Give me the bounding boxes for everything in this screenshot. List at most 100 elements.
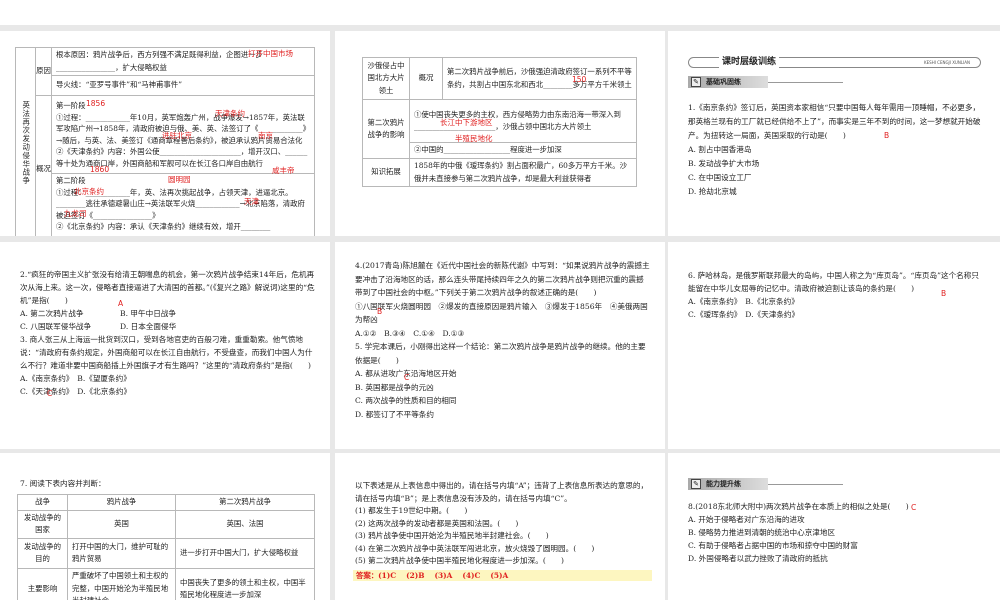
- option[interactable]: C.《瑷珲条约》 D.《天津条约》: [688, 308, 986, 321]
- instructions: 以下表述是从上表信息中得出的，请在括号内填“A”；违背了上表信息所表达的意思的，…: [355, 481, 649, 503]
- option[interactable]: A. 开始于侵略者对广东沿海的进攻: [688, 513, 986, 526]
- answer-annotation: 圆明园: [168, 175, 191, 184]
- question-text: 8.(2018东北师大附中)两次鸦片战争在本质上的相似之处是( ): [688, 502, 909, 511]
- table-header: 战争: [17, 494, 68, 511]
- overview-label: 概况: [35, 95, 52, 236]
- slide-6[interactable]: 6. 萨哈林岛，是俄罗斯联邦最大的岛屿，中国人称之为“库页岛”。“库页岛”这个名…: [668, 242, 1000, 449]
- divider: [768, 82, 843, 83]
- question-7: 7. 阅读下表内容并判断：: [20, 479, 106, 488]
- option[interactable]: B. 英国都是战争的元凶: [355, 381, 651, 395]
- subsection-title: 能力提升练: [706, 480, 741, 488]
- divider: [768, 484, 843, 485]
- row-content: 1858年的中俄《瑷珲条约》割占面积最广，60多万平方千米。沙俄并未直接参与第二…: [409, 158, 637, 187]
- judgement-item: (3) 鸦片战争使中国开始沦为半殖民地半封建社会。( ): [355, 531, 549, 540]
- option[interactable]: C. 八国联军侵华战争: [20, 320, 120, 333]
- question-text: 2.“疯狂的帝国主义扩张没有给清王朝喘息的机会，第一次鸦片战争结束14年后，危机…: [20, 270, 315, 305]
- answer-annotation: 1856: [86, 99, 106, 108]
- subsection-header: ✎ 基础巩固练: [688, 76, 768, 88]
- slide-1[interactable]: 英法再次发动侵华战争 原因 根本原因：鸦片战争后，西方列强不满足既得利益，企图进…: [0, 31, 330, 236]
- option[interactable]: C. 有助于侵略者占据中国的市场和掠夺中国的财富: [688, 539, 986, 552]
- section-banner: 课时层级训练 KESHI CENGJI XUNLIAN: [688, 55, 981, 69]
- option[interactable]: A. 第二次鸦片战争: [20, 307, 120, 320]
- option[interactable]: A.《南京条约》 B.《望厦条约》: [20, 372, 316, 385]
- answer-annotation: 天津条约: [215, 109, 245, 118]
- pencil-note-icon: ✎: [691, 479, 701, 489]
- table-cell: 英国、法国: [175, 509, 315, 539]
- banner-pinyin: KESHI CENGJI XUNLIAN: [924, 60, 970, 65]
- answer-annotation: B: [941, 289, 947, 298]
- answer-annotation: 1860: [90, 165, 110, 174]
- row-label: 知识拓展: [362, 158, 410, 187]
- slide-5[interactable]: 4.(2017青岛)陈旭麓在《近代中国社会的新陈代谢》中写到：“如果说鸦片战争的…: [335, 242, 665, 449]
- cause-trigger: 导火线：“亚罗号事件”和“马神甫事件”: [51, 75, 315, 96]
- answer-annotation: C: [911, 503, 917, 512]
- stage1-process: ①过程：____________年10月，英军炮轰广州，战争爆发→1857年，英…: [56, 112, 307, 145]
- option[interactable]: D. 都签订了不平等条约: [355, 408, 651, 422]
- option[interactable]: D. 外国侵略者以武力挫败了清政府的抵抗: [688, 552, 986, 565]
- banner-title: 课时层级训练: [719, 55, 780, 69]
- row-label: 第二次鸦片战争的影响: [362, 99, 410, 159]
- answer-annotation: 半殖民地化: [455, 134, 493, 143]
- option[interactable]: B. 侵略势力推进到清朝的统治中心京津地区: [688, 526, 986, 539]
- side-label: 英法再次发动侵华战争: [21, 101, 31, 186]
- judgement-item: (2) 这两次战争的发动者都是英国和法国。( ): [355, 518, 519, 528]
- table-cell: 英国: [67, 509, 176, 539]
- answer-bar: 答案：(1)C (2)B (3)A (4)C (5)A: [353, 570, 652, 581]
- answer-annotation: 天津: [244, 197, 259, 206]
- option[interactable]: A. 割占中国香港岛: [688, 143, 986, 157]
- option[interactable]: A. 都从进攻广东沿海地区开始: [355, 367, 651, 381]
- slide-2[interactable]: 沙俄侵占中国北方大片领土 概况 第二次鸦片战争前后，沙俄强迫清政府签订一系列不平等条…: [335, 31, 665, 236]
- answer-annotation: C: [404, 373, 410, 382]
- table-cell: 打开中国的大门，维护可耻的鸦片贸易: [67, 537, 176, 569]
- option[interactable]: C.《天津条约》 D.《北京条约》: [20, 385, 316, 398]
- cause-label: 原因: [35, 47, 52, 96]
- table-cell: 进一步打开中国大门，扩大侵略权益: [175, 537, 315, 569]
- answer-annotation: 九龙司: [64, 209, 87, 218]
- answer-annotation: 南京: [258, 131, 273, 140]
- answer-annotation: B: [884, 131, 890, 140]
- review-table: 英法再次发动侵华战争 原因 根本原因：鸦片战争后，西方列强不满足既得利益，企图进…: [15, 47, 315, 236]
- answer-annotation: 北京条约: [74, 187, 104, 196]
- judgement-items: 以下表述是从上表信息中得出的，请在括号内填“A”；违背了上表信息所表达的意思的，…: [355, 480, 651, 568]
- judgement-item: (5) 第二次鸦片战争使中国半殖民地化程度进一步加深。( ): [355, 556, 564, 565]
- answer-annotation: 长江中下游地区: [440, 118, 493, 127]
- row-sublabel: 概况: [409, 57, 443, 100]
- option[interactable]: B. 甲午中日战争: [120, 309, 176, 318]
- table-cell: 发动战争的国家: [17, 509, 68, 539]
- slide-9[interactable]: ✎ 能力提升练 8.(2018东北师大附中)两次鸦片战争在本质上的相似之处是( )…: [668, 453, 1000, 600]
- judgement-item: (4) 在第二次鸦片战争中英法联军闯进北京，放火烧毁了圆明园。( ): [355, 543, 595, 553]
- option[interactable]: C. 两次战争的性质和目的相同: [355, 394, 651, 408]
- slide-3[interactable]: 课时层级训练 KESHI CENGJI XUNLIAN ✎ 基础巩固练 1.《南京条…: [668, 31, 1000, 236]
- slide-4[interactable]: 2.“疯狂的帝国主义扩张没有给清王朝喘息的机会，第一次鸦片战争结束14年后，危机…: [0, 242, 330, 449]
- question-text: 1.《南京条约》签订后，英国资本家相信“只要中国每人每年需用一顶睡帽，不必更多，…: [688, 103, 981, 140]
- subsection-header: ✎ 能力提升练: [688, 478, 768, 490]
- question-text: 4.(2017青岛)陈旭麓在《近代中国社会的新陈代谢》中写到：“如果说鸦片战争的…: [355, 261, 650, 297]
- option[interactable]: D. 日本全面侵华: [120, 322, 176, 331]
- slide-8[interactable]: 以下表述是从上表信息中得出的，请在括号内填“A”；违背了上表信息所表达的意思的，…: [335, 453, 665, 600]
- impact-table: 沙俄侵占中国北方大片领土 概况 第二次鸦片战争前后，沙俄强迫清政府签订一系列不平等条…: [362, 57, 637, 187]
- row-content: ②中国的__________________程度进一步加深: [409, 142, 637, 159]
- question-text: 5. 学完本课后，小刚得出这样一个结论：第二次鸦片战争是鸦片战争的继续。他的主要…: [355, 342, 646, 365]
- judgement-item: (1) 都发生于19世纪中期。( ): [355, 506, 468, 515]
- answer-annotation: B: [377, 307, 383, 316]
- table-cell: 严重破坏了中国领土和主权的完整，中国开始沦为半殖民地半封建社会: [67, 567, 176, 600]
- option[interactable]: C. 在中国设立工厂: [688, 171, 986, 185]
- answer-annotation: 150: [572, 75, 587, 84]
- table-cell: 中国丧失了更多的领土和主权，中国半殖民地化程度进一步加深: [175, 567, 315, 600]
- option[interactable]: B. 发动战争扩大市场: [688, 157, 986, 171]
- table-cell: 发动战争的目的: [17, 537, 68, 569]
- stage2-content: ②《北京条约》内容：承认《天津条约》继续有效，增开________: [56, 222, 271, 231]
- table-cell: 主要影响: [17, 567, 68, 600]
- option[interactable]: D. 抢劫北京城: [688, 185, 986, 199]
- questions-4-5: 4.(2017青岛)陈旭麓在《近代中国社会的新陈代谢》中写到：“如果说鸦片战争的…: [355, 259, 651, 421]
- answer-annotation: A: [118, 299, 124, 308]
- pencil-note-icon: ✎: [691, 77, 701, 87]
- option[interactable]: A.①② B.③④ C.①④ D.①③: [355, 327, 651, 341]
- answer-annotation: 进驻北京: [162, 131, 192, 140]
- question-8: 8.(2018东北师大附中)两次鸦片战争在本质上的相似之处是( ) A. 开始于…: [688, 500, 986, 565]
- subsection-title: 基础巩固练: [706, 78, 741, 86]
- statement-list: ①八国联军火烧圆明园 ②爆发的直接原因是鸦片输入 ③爆发于1856年 ④美俄两国…: [355, 301, 648, 325]
- question-1: 1.《南京条约》签订后，英国资本家相信“只要中国每人每年需用一顶睡帽，不必更多，…: [688, 101, 986, 199]
- slide-7[interactable]: 7. 阅读下表内容并判断： 战争 鸦片战争 第二次鸦片战争 发动战争的国家 英国 英国、…: [0, 453, 330, 600]
- answer-annotation: 咸丰帝: [272, 166, 295, 175]
